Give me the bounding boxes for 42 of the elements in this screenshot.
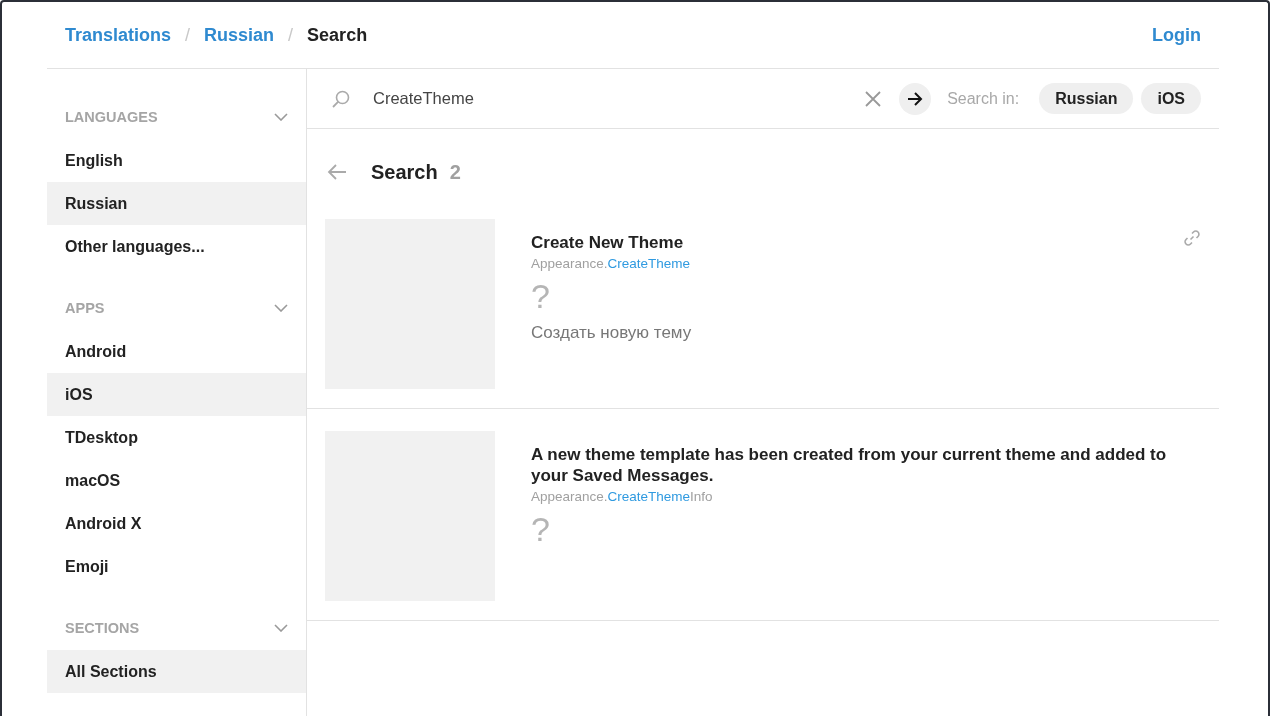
section-heading: SECTIONS xyxy=(65,620,140,636)
back-arrow-icon xyxy=(327,164,347,180)
sidebar-item[interactable]: TDesktop xyxy=(47,416,306,459)
sidebar-item[interactable]: macOS xyxy=(47,459,306,502)
results-count: 2 xyxy=(449,160,461,184)
sidebar-item[interactable]: All Sections xyxy=(47,650,306,693)
results-title: Search xyxy=(371,160,438,184)
submit-button[interactable] xyxy=(899,82,932,115)
filter-chip[interactable]: Russian xyxy=(1039,83,1134,114)
back-button[interactable] xyxy=(327,164,347,180)
section-heading: APPS xyxy=(65,300,105,316)
phrase-text: Create New Theme xyxy=(531,232,685,253)
sidebar-item[interactable]: Russian xyxy=(47,182,306,225)
close-icon xyxy=(865,90,882,107)
link-button[interactable] xyxy=(1183,229,1201,247)
phrase-key: Appearance.CreateThemeInfo xyxy=(531,489,1171,504)
sidebar-item[interactable]: Android xyxy=(47,330,306,373)
breadcrumb-link[interactable]: Russian xyxy=(204,24,275,46)
phrase-text: A new theme template has been created from your current theme and added to your Saved Messages. xyxy=(531,444,1168,486)
search-icon xyxy=(331,88,351,109)
chevron-down-icon xyxy=(274,304,288,312)
filter-chip[interactable]: iOS xyxy=(1141,83,1201,114)
breadcrumb-link[interactable]: Translations xyxy=(65,24,172,46)
breadcrumb-separator: / xyxy=(288,24,294,46)
chevron-down-icon xyxy=(274,624,288,632)
missing-translation-mark: ? xyxy=(531,510,551,548)
login-link[interactable]: Login xyxy=(1152,24,1201,46)
breadcrumb-current: Search xyxy=(307,24,368,46)
sidebar-item[interactable]: Other languages... xyxy=(47,225,306,268)
sidebar-item[interactable]: iOS xyxy=(47,373,306,416)
missing-translation-mark: ? xyxy=(531,277,551,315)
search-in-label: Search in: xyxy=(947,89,1020,108)
sidebar-item[interactable]: English xyxy=(47,139,306,182)
link-icon xyxy=(1183,229,1201,247)
sidebar-item[interactable]: Android X xyxy=(47,502,306,545)
phrase-key: Appearance.CreateTheme xyxy=(531,256,1171,271)
breadcrumb-separator: / xyxy=(185,24,191,46)
translation-text: Создать новую тему xyxy=(531,323,693,343)
section-heading: LANGUAGES xyxy=(65,109,158,125)
chevron-down-icon xyxy=(274,113,288,121)
arrow-right-icon xyxy=(907,91,924,106)
sidebar-item[interactable]: Emoji xyxy=(47,545,306,588)
